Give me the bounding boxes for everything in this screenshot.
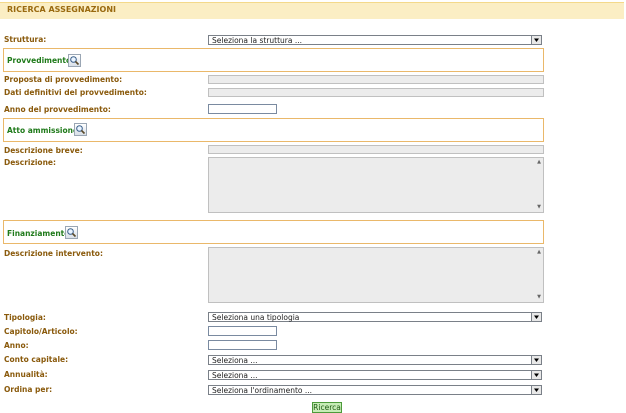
- chevron-down-icon[interactable]: [531, 356, 541, 364]
- page-title: RICERCA ASSEGNAZIONI: [7, 5, 117, 14]
- tipologia-select-value: Seleziona una tipologia: [212, 313, 300, 322]
- tipologia-label: Tipologia:: [4, 313, 46, 322]
- magnifier-icon[interactable]: [74, 123, 87, 136]
- chevron-down-icon[interactable]: [531, 386, 541, 394]
- anno-provvedimento-label: Anno del provvedimento:: [4, 105, 111, 114]
- annualita-select-value: Seleziona ...: [212, 371, 258, 380]
- anno-input[interactable]: [208, 340, 277, 350]
- scroll-down-icon[interactable]: ▼: [537, 295, 541, 300]
- struttura-select-value: Seleziona la struttura ...: [212, 36, 303, 45]
- descrizione-breve-label: Descrizione breve:: [4, 146, 83, 155]
- descrizione-intervento-label: Descrizione intervento:: [4, 249, 103, 258]
- atto-ammissione-section-title: Atto ammissione: [7, 126, 79, 135]
- descrizione-intervento-textarea: ▲ ▼: [208, 247, 544, 303]
- magnifier-icon[interactable]: [68, 54, 81, 67]
- provvedimento-section: [3, 48, 544, 72]
- magnifier-icon[interactable]: [65, 226, 78, 239]
- chevron-down-icon[interactable]: [531, 36, 541, 44]
- descrizione-label: Descrizione:: [4, 158, 57, 167]
- ordina-per-label: Ordina per:: [4, 385, 53, 394]
- struttura-label: Struttura:: [4, 35, 47, 44]
- provvedimento-section-title: Provvedimento: [7, 56, 72, 65]
- capitolo-articolo-label: Capitolo/Articolo:: [4, 327, 78, 336]
- dati-definitivi-label: Dati definitivi del provvedimento:: [4, 88, 147, 97]
- descrizione-breve-field: [208, 145, 544, 154]
- conto-capitale-label: Conto capitale:: [4, 355, 69, 364]
- ordina-per-select[interactable]: Seleziona l'ordinamento ...: [208, 385, 542, 395]
- proposta-label: Proposta di provvedimento:: [4, 75, 123, 84]
- annualita-select[interactable]: Seleziona ...: [208, 370, 542, 380]
- scroll-down-icon[interactable]: ▼: [537, 205, 541, 210]
- struttura-select[interactable]: Seleziona la struttura ...: [208, 35, 542, 45]
- dati-definitivi-field: [208, 88, 544, 97]
- chevron-down-icon[interactable]: [531, 371, 541, 379]
- descrizione-textarea: ▲ ▼: [208, 157, 544, 213]
- scroll-up-icon[interactable]: ▲: [537, 160, 541, 165]
- finanziamento-section: [3, 220, 544, 244]
- finanziamento-section-title: Finanziamento: [7, 229, 70, 238]
- scroll-up-icon[interactable]: ▲: [537, 250, 541, 255]
- conto-capitale-select[interactable]: Seleziona ...: [208, 355, 542, 365]
- anno-provvedimento-input[interactable]: [208, 104, 277, 114]
- ordina-per-select-value: Seleziona l'ordinamento ...: [212, 386, 313, 395]
- annualita-label: Annualità:: [4, 370, 48, 379]
- anno-label: Anno:: [4, 341, 29, 350]
- proposta-field: [208, 75, 544, 84]
- chevron-down-icon[interactable]: [531, 313, 541, 321]
- search-button[interactable]: Ricerca: [312, 402, 342, 413]
- capitolo-articolo-input[interactable]: [208, 326, 277, 336]
- tipologia-select[interactable]: Seleziona una tipologia: [208, 312, 542, 322]
- conto-capitale-select-value: Seleziona ...: [212, 356, 258, 365]
